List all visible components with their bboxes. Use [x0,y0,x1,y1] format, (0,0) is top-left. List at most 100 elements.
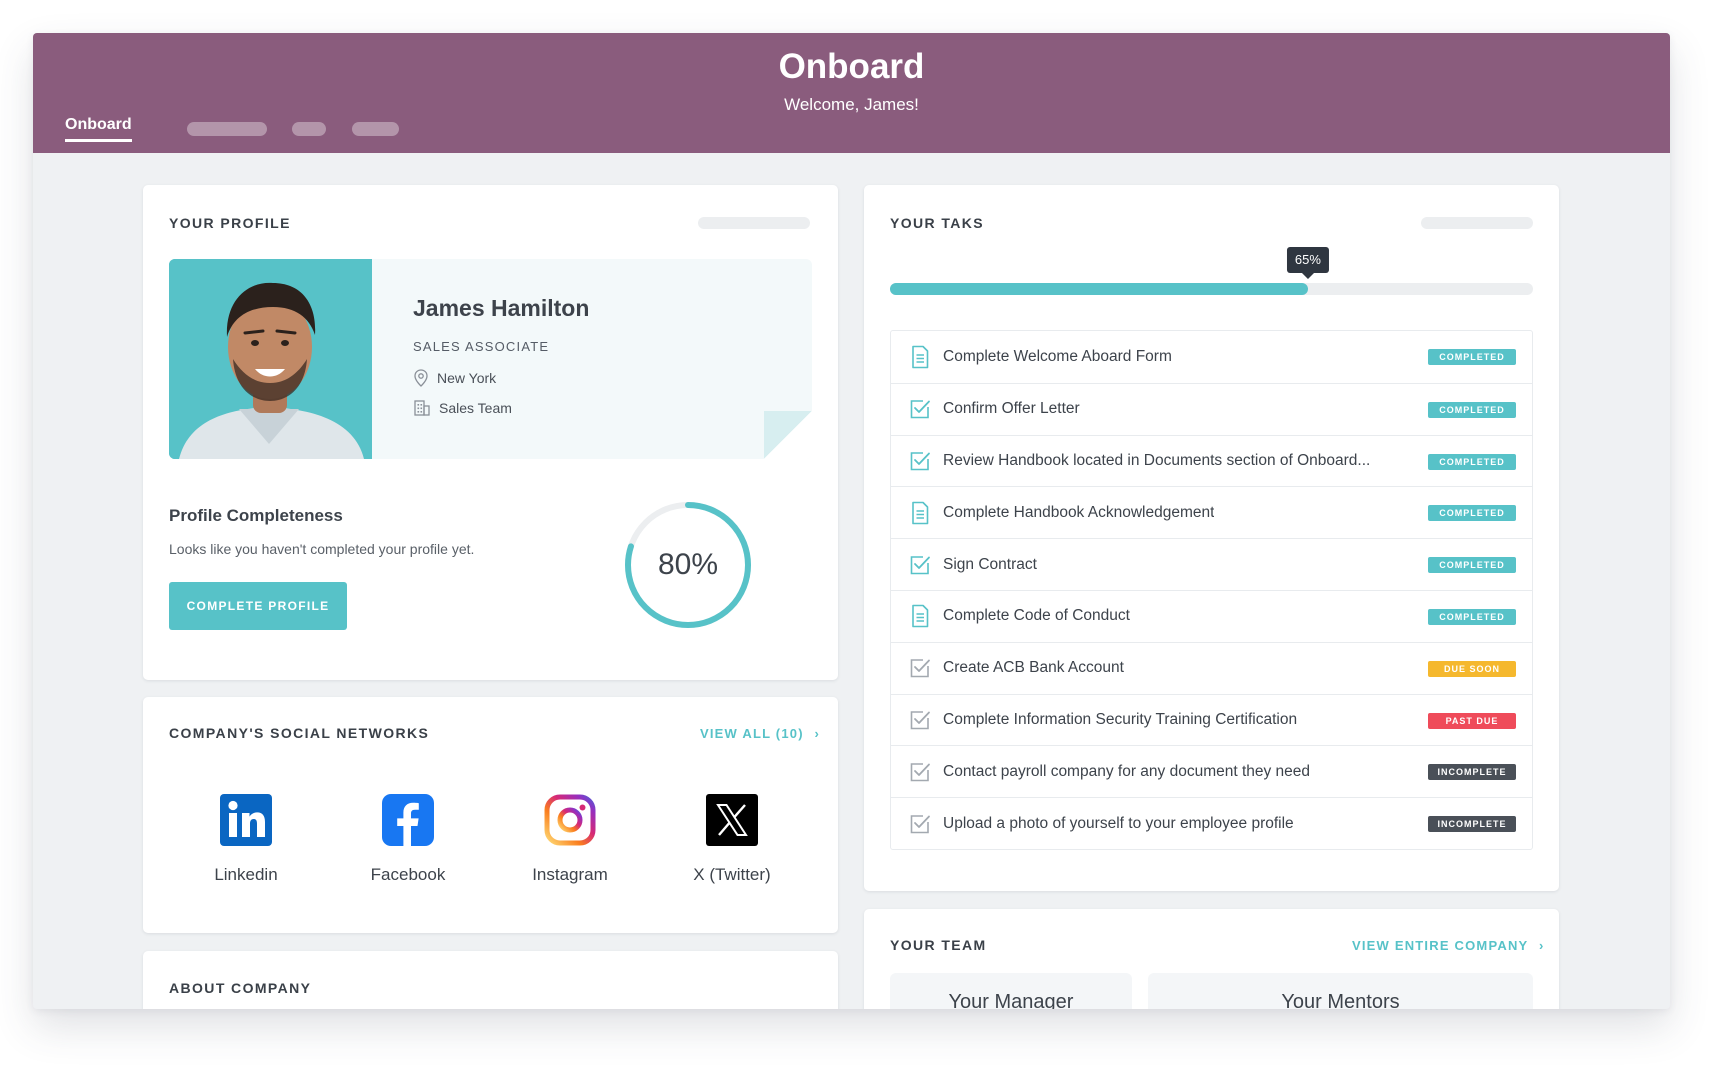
profile-completeness-text: Looks like you haven't completed your pr… [169,541,475,557]
task-row[interactable]: Contact payroll company for any document… [891,745,1532,797]
task-row[interactable]: Review Handbook located in Documents sec… [891,434,1532,487]
task-row[interactable]: Sign Contract COMPLETED [891,538,1532,590]
x-twitter-icon [706,794,758,846]
tasks-card: YOUR TAKS 65% Complete Welcome Aboard Fo… [864,185,1559,891]
task-row[interactable]: Confirm Offer Letter COMPLETED [891,382,1532,435]
tasks-section-title: YOUR TAKS [890,215,985,231]
avatar [169,259,372,459]
profile-banner: James Hamilton SALES ASSOCIATE New York [169,259,812,459]
form-document-icon [909,501,931,525]
building-icon [414,400,430,416]
view-entire-company-label: VIEW ENTIRE COMPANY [1352,938,1529,953]
task-label: Complete Welcome Aboard Form [943,347,1172,365]
tab-onboard[interactable]: Onboard [65,116,132,142]
status-badge: INCOMPLETE [1428,816,1516,833]
social-instagram[interactable]: Instagram [510,794,630,885]
checkbox-gray-icon [909,813,931,835]
status-badge: INCOMPLETE [1428,764,1516,781]
team-card: YOUR TEAM VIEW ENTIRE COMPANY › Your Man… [864,909,1559,1009]
task-label: Sign Contract [943,555,1037,573]
view-entire-company-link[interactable]: VIEW ENTIRE COMPANY › [1352,938,1545,953]
progress-tooltip: 65% [1286,247,1329,279]
your-mentors-panel[interactable]: Your Mentors [1148,973,1533,1009]
profile-team: Sales Team [413,398,512,418]
social-facebook[interactable]: Facebook [348,794,468,885]
task-list: Complete Welcome Aboard Form COMPLETED Con… [890,330,1533,850]
social-x-twitter-label: X (Twitter) [693,865,771,884]
profile-completeness-value: 80% [657,548,719,581]
profile-location: New York [413,368,496,388]
task-row[interactable]: Upload a photo of yourself to your emplo… [891,797,1532,849]
form-document-icon [909,345,931,369]
checkbox-icon [909,554,931,576]
status-badge: COMPLETED [1428,349,1516,365]
tab-placeholder-3[interactable] [352,122,399,136]
instagram-icon [544,794,596,846]
linkedin-icon [220,794,272,846]
task-row[interactable]: Complete Code of Conduct COMPLETED [891,589,1532,642]
task-row[interactable]: Create ACB Bank Account DUE SOON [891,641,1532,694]
your-manager-panel[interactable]: Your Manager [890,973,1132,1009]
tasks-header-placeholder [1421,217,1533,229]
social-section-title: COMPANY'S SOCIAL NETWORKS [169,725,430,741]
page-fold-decoration [764,411,812,459]
chevron-right-icon: › [814,726,821,741]
social-x-twitter[interactable]: X (Twitter) [672,794,792,885]
task-label: Confirm Offer Letter [943,400,1080,418]
about-section-title: ABOUT COMPANY [169,980,312,996]
app-window: Onboard Welcome, James! Onboard YOUR PRO… [33,33,1670,1009]
social-instagram-label: Instagram [532,865,608,884]
tab-placeholder-2[interactable] [292,122,326,136]
app-title: Onboard [778,47,925,86]
checkbox-gray-icon [909,709,931,731]
team-section-title: YOUR TEAM [890,937,987,953]
location-pin-icon [414,369,428,387]
checkbox-gray-icon [909,761,931,783]
view-all-social-link[interactable]: VIEW ALL (10) › [700,726,820,741]
form-document-icon [909,604,931,628]
tasks-progress-bar [890,283,1533,295]
your-manager-title: Your Manager [948,991,1074,1009]
tab-placeholder-1[interactable] [187,122,267,136]
view-all-social-label: VIEW ALL (10) [700,726,804,741]
status-badge: PAST DUE [1428,712,1516,729]
app-header: Onboard Welcome, James! Onboard [33,33,1670,153]
status-badge: DUE SOON [1428,660,1516,677]
status-badge: COMPLETED [1428,505,1516,522]
checkbox-icon [909,398,931,420]
profile-card: YOUR PROFILE James Hamilton SALES ASSOCI… [143,185,838,680]
about-company-card: ABOUT COMPANY [143,951,838,1009]
social-linkedin-label: Linkedin [214,865,278,884]
chevron-right-icon: › [1538,938,1545,953]
task-label: Complete Information Security Training C… [943,710,1298,728]
status-badge: COMPLETED [1428,557,1516,574]
task-label: Complete Code of Conduct [943,607,1130,625]
task-row[interactable]: Complete Information Security Training C… [891,693,1532,746]
profile-section-title: YOUR PROFILE [169,215,291,231]
your-mentors-title: Your Mentors [1281,991,1400,1009]
profile-header-placeholder [698,217,810,229]
person-photo-illustration [169,259,372,459]
task-label: Upload a photo of yourself to your emplo… [943,814,1294,832]
tasks-progress-fill [890,283,1308,295]
complete-profile-button[interactable]: COMPLETE PROFILE [169,582,347,630]
profile-name: James Hamilton [413,295,590,321]
checkbox-icon [909,450,931,472]
facebook-icon [382,794,434,846]
status-badge: COMPLETED [1428,401,1516,418]
task-label: Contact payroll company for any document… [943,762,1311,780]
task-row[interactable]: Complete Handbook Acknowledgement COMPLET… [891,486,1532,538]
profile-role: SALES ASSOCIATE [413,339,550,354]
profile-location-text: New York [437,370,497,386]
task-row[interactable]: Complete Welcome Aboard Form COMPLETED [891,331,1532,383]
task-label: Review Handbook located in Documents sec… [943,451,1371,469]
profile-team-text: Sales Team [439,400,512,416]
social-facebook-label: Facebook [370,865,446,884]
profile-completeness-title: Profile Completeness [169,506,343,525]
checkbox-gray-icon [909,657,931,679]
status-badge: COMPLETED [1428,453,1516,470]
social-linkedin[interactable]: Linkedin [186,794,306,885]
status-badge: COMPLETED [1428,608,1516,625]
task-label: Complete Handbook Acknowledgement [943,503,1215,521]
welcome-message: Welcome, James! [784,95,919,114]
